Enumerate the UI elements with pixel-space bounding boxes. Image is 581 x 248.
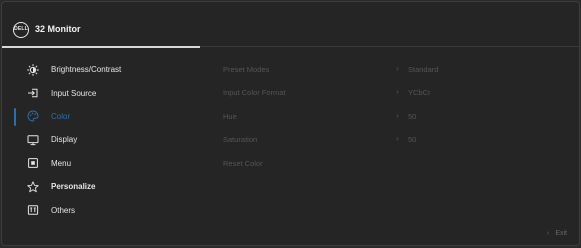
dell-logo: DELL bbox=[13, 22, 29, 38]
chevron-right-icon: › bbox=[396, 110, 399, 120]
menu-item-brightness-contrast[interactable]: Brightness/Contrast bbox=[2, 58, 202, 81]
color-palette-icon bbox=[27, 110, 39, 122]
submenu-item-label: Hue bbox=[223, 111, 237, 121]
menu-item-display[interactable]: Display bbox=[2, 128, 202, 151]
submenu-item-label: Input Color Format bbox=[223, 88, 286, 98]
submenu-item-label: Reset Color bbox=[223, 158, 263, 168]
selection-indicator bbox=[14, 107, 16, 126]
menu-item-label: Color bbox=[51, 111, 71, 121]
submenu-item-hue[interactable]: Hue › 50 bbox=[223, 105, 563, 128]
menu-item-label: Menu bbox=[51, 158, 72, 168]
menu-item-label: Brightness/Contrast bbox=[51, 65, 122, 75]
submenu-item-input-color-format[interactable]: Input Color Format › YCbCr bbox=[223, 81, 563, 104]
exit-label: Exit bbox=[555, 230, 567, 237]
menu-item-label: Personalize bbox=[51, 182, 96, 192]
submenu-item-saturation[interactable]: Saturation › 50 bbox=[223, 128, 563, 151]
menu-item-label: Input Source bbox=[51, 88, 97, 98]
input-source-icon bbox=[27, 87, 39, 99]
submenu-item-value: Standard bbox=[408, 65, 439, 74]
color-submenu: Preset Modes › Standard Input Color Form… bbox=[223, 58, 563, 175]
menu-icon bbox=[27, 157, 39, 169]
chevron-left-icon: ‹ bbox=[546, 230, 550, 237]
submenu-item-reset-color[interactable]: Reset Color bbox=[223, 152, 563, 175]
submenu-item-value: YCbCr bbox=[408, 88, 431, 98]
main-menu: Brightness/Contrast Input Source Color D… bbox=[2, 58, 202, 222]
others-icon bbox=[27, 204, 39, 216]
chevron-right-icon: › bbox=[396, 64, 399, 73]
header-divider-highlight bbox=[2, 46, 200, 48]
menu-item-label: Others bbox=[51, 205, 76, 215]
menu-item-label: Display bbox=[51, 135, 78, 145]
menu-item-color[interactable]: Color bbox=[2, 105, 202, 128]
menu-item-personalize[interactable]: Personalize bbox=[2, 175, 202, 198]
chevron-right-icon: › bbox=[396, 87, 399, 97]
submenu-item-value: 50 bbox=[408, 111, 417, 121]
menu-item-menu[interactable]: Menu bbox=[2, 152, 202, 175]
osd-header: DELL 32 Monitor bbox=[2, 2, 579, 48]
menu-item-input-source[interactable]: Input Source bbox=[2, 81, 202, 104]
monitor-title: 32 Monitor bbox=[35, 24, 81, 34]
submenu-item-value: 50 bbox=[408, 135, 417, 145]
submenu-item-label: Saturation bbox=[223, 135, 258, 145]
brightness-icon bbox=[27, 63, 39, 76]
submenu-item-preset-modes[interactable]: Preset Modes › Standard bbox=[223, 58, 563, 81]
exit-button[interactable]: ‹ Exit bbox=[547, 230, 567, 237]
star-icon bbox=[27, 180, 39, 193]
chevron-right-icon: › bbox=[396, 134, 399, 144]
submenu-item-label: Preset Modes bbox=[223, 65, 270, 74]
osd-window: DELL 32 Monitor Brightness/Contrast Inpu… bbox=[1, 1, 580, 246]
menu-item-others[interactable]: Others bbox=[2, 198, 202, 221]
display-icon bbox=[27, 134, 39, 146]
